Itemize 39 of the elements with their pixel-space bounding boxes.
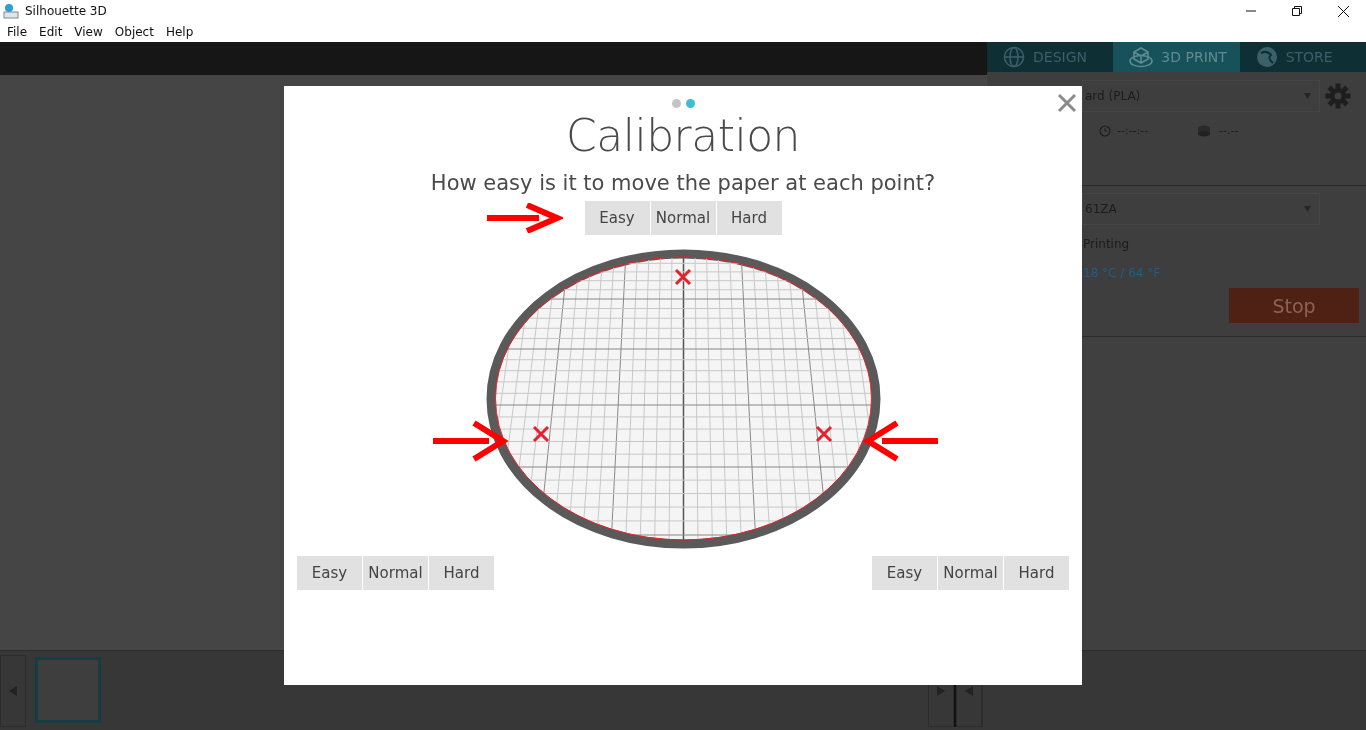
spool-icon	[1197, 124, 1213, 137]
globe-icon	[1003, 46, 1025, 68]
choice-button[interactable]: Easy	[872, 556, 937, 590]
settings-icon[interactable]	[1325, 83, 1351, 109]
clock-icon	[1099, 124, 1111, 137]
dialog-title: Calibration	[566, 110, 800, 162]
choice-button[interactable]: Normal	[938, 556, 1003, 590]
print-time: --:--:--	[1117, 124, 1149, 137]
scroll-right-icon[interactable]	[937, 686, 945, 696]
choice-button[interactable]: Easy	[584, 201, 650, 235]
cube-icon	[1129, 46, 1154, 68]
point-marker	[815, 425, 833, 443]
page-thumbnail[interactable]	[35, 657, 101, 723]
page-dot[interactable]	[671, 99, 681, 108]
app-icon	[3, 3, 19, 19]
menu-item[interactable]: View	[68, 25, 109, 39]
sphere-icon	[1255, 46, 1278, 68]
choice-button[interactable]: Hard	[716, 201, 782, 235]
point-marker	[532, 425, 550, 443]
menu-item[interactable]: Help	[159, 25, 200, 39]
choice-button[interactable]: Hard	[429, 556, 494, 590]
choice-button[interactable]: Normal	[363, 556, 428, 590]
caret-icon	[1304, 93, 1311, 99]
choice-button[interactable]: Hard	[1004, 556, 1069, 590]
window-title: Silhouette 3D	[25, 4, 107, 18]
question-text: How easy is it to move the paper at each point?	[430, 170, 936, 196]
temperature-reading: 18 °C / 64 °F	[1083, 266, 1161, 280]
close-icon[interactable]	[1337, 5, 1349, 17]
choice-button[interactable]: Normal	[650, 201, 716, 235]
menu-item[interactable]: File	[1, 25, 34, 39]
point-marker	[674, 268, 692, 286]
choice-button[interactable]: Easy	[297, 556, 362, 590]
caret-icon	[1304, 206, 1311, 212]
filament-amount: --.--	[1219, 124, 1239, 137]
scroll-left-icon[interactable]	[965, 686, 973, 696]
menu-item[interactable]: Object	[108, 25, 160, 39]
menu-item[interactable]: Edit	[33, 25, 69, 39]
restore-icon[interactable]	[1292, 6, 1302, 16]
page-dot[interactable]	[685, 99, 695, 108]
